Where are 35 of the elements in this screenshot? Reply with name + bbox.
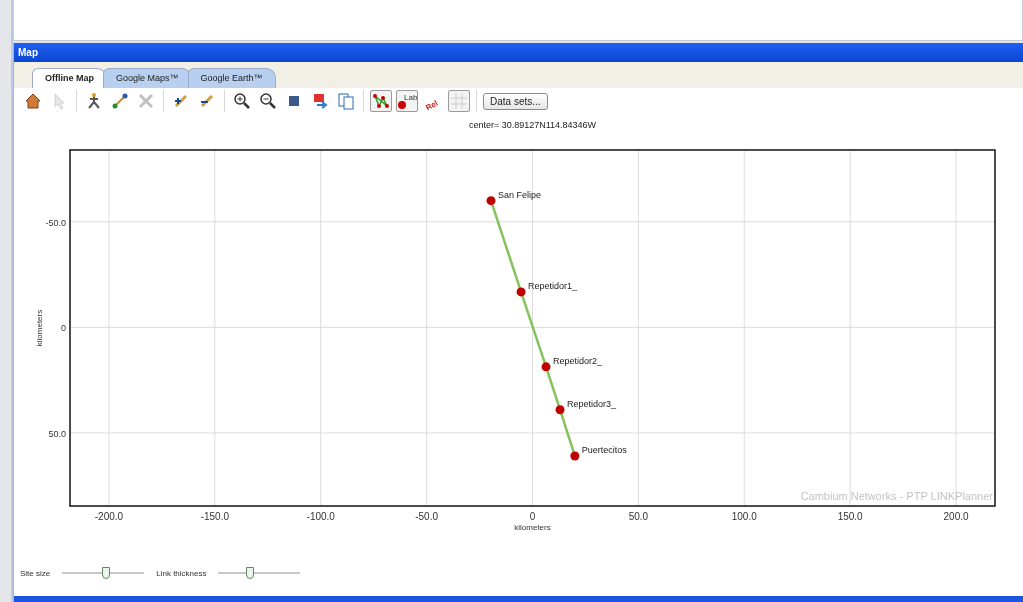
relief-text: Rel [424,98,440,110]
x-tick-label: -150.0 [200,511,230,522]
slider-label: Site size [20,568,51,578]
data-sets-button[interactable]: Data sets... [483,92,548,110]
x-tick-label: 0 [529,511,536,522]
slider-thumb[interactable] [101,567,110,579]
map-tab[interactable]: Google Earth™ [187,68,276,88]
slider-label: Link thickness [156,568,207,578]
x-tick-label: -200.0 [94,511,124,522]
watermark-text: Cambium Networks - PTP LINKPlanner [800,490,993,502]
chart-title: center= 30.89127N114.84346W [468,120,597,130]
y-tick-label: -50.0 [45,217,66,228]
x-tick-label: 150.0 [837,511,863,522]
site-label: Puertecitos [581,444,627,455]
site-label: Repetidor1_ [528,280,578,291]
x-axis-title: kilometers [514,523,551,532]
site-label: Repetidor2_ [553,355,603,366]
grid-icon[interactable] [448,90,470,112]
network-icon[interactable] [370,90,392,112]
y-tick-label: 0 [61,323,66,334]
x-tick-label: 200.0 [943,511,969,522]
x-tick-label: -100.0 [306,511,335,522]
copy-icon[interactable] [335,90,357,112]
site-label: San Felipe [498,189,541,200]
x-tick-label: 100.0 [731,511,757,522]
y-tick-label: 50.0 [48,428,66,439]
y-axis-title: kilometers [35,309,44,347]
slider-thumb[interactable] [246,567,255,579]
site-label-icon[interactable]: Lab [396,90,418,112]
relief-icon[interactable]: Rel [422,90,444,112]
x-tick-label: -50.0 [415,511,438,522]
panel-title: Map [14,43,1023,62]
x-tick-label: 50.0 [628,511,649,522]
site-label: Repetidor3_ [567,398,617,409]
label-text: Lab [404,93,417,102]
